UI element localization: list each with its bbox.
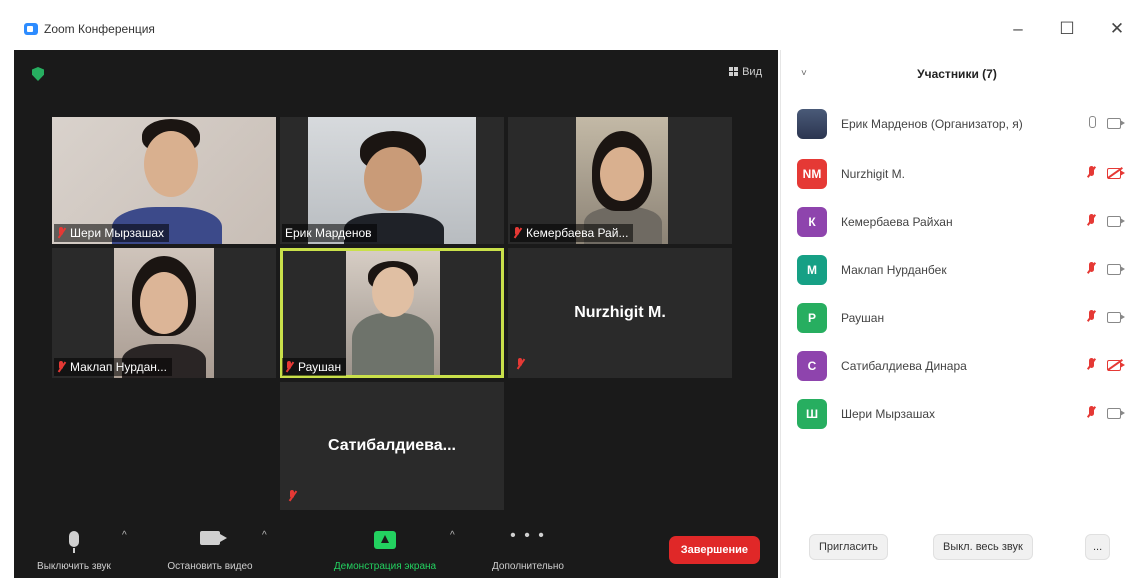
muted-mic-icon [285,361,293,373]
participant-row[interactable]: Ерик Марденов (Организатор, я) [797,109,1125,139]
video-tile[interactable]: Шери Мырзашах [52,117,276,244]
mute-all-button[interactable]: Выкл. весь звук [933,534,1033,560]
minimize-button[interactable]: – [1003,19,1033,39]
camera-on-icon[interactable] [1107,408,1125,419]
participant-name: Маклап Нурдан... [70,360,167,374]
participant-name: Кемербаева Райхан [841,215,953,229]
window-titlebar: Zoom Конференция – ☐ ✕ [0,0,1132,44]
avatar: Р [797,303,827,333]
mic-muted-icon[interactable] [1087,262,1095,276]
video-tile[interactable]: Кемербаева Рай... [508,117,732,244]
maximize-button[interactable]: ☐ [1052,19,1082,39]
stop-video-button[interactable]: Остановить видео [146,531,274,572]
mute-button[interactable]: Выключить звук [24,531,124,572]
share-screen-icon [374,531,396,549]
share-screen-button[interactable]: Демонстрация экрана [310,531,460,572]
end-meeting-button[interactable]: Завершение [668,536,760,564]
video-tile[interactable]: Nurzhigit M. [508,248,732,378]
participant-video [346,251,440,375]
participant-row[interactable]: С Сатибалдиева Динара [797,351,1125,381]
avatar: NM [797,159,827,189]
participant-row[interactable]: К Кемербаева Райхан [797,207,1125,237]
mic-muted-icon[interactable] [1087,166,1095,180]
video-tile[interactable]: Ерик Марденов [280,117,504,244]
camera-off-icon[interactable] [1107,360,1125,371]
participant-name: Шери Мырзашах [841,407,936,421]
view-button[interactable]: Вид [729,66,762,78]
participant-name: Шери Мырзашах [70,226,165,240]
mic-muted-icon[interactable] [1087,310,1095,324]
avatar [797,109,827,139]
meeting-toolbar: Выключить звук ^ Остановить видео ^ Демо… [14,518,778,578]
participant-row[interactable]: NM Nurzhigit M. [797,159,1125,189]
participant-nameplate: Раушан [282,358,347,376]
participant-row[interactable]: Ш Шери Мырзашах [797,399,1125,429]
participant-name: Раушан [841,311,885,325]
participant-name: Раушан [298,360,342,374]
video-options-caret[interactable]: ^ [262,530,267,541]
avatar: М [797,255,827,285]
avatar: Ш [797,399,827,429]
share-screen-label: Демонстрация экрана [333,561,437,572]
participant-row[interactable]: М Маклап Нурданбек [797,255,1125,285]
video-camera-icon [200,531,227,545]
meeting-area: Вид Шери Мырзашах Ерик Марденов Кемербае… [14,50,778,578]
participant-nameplate: Маклап Нурдан... [54,358,172,376]
muted-mic-icon [516,358,524,370]
share-options-caret[interactable]: ^ [450,530,455,541]
participant-name: Маклап Нурданбек [841,263,947,277]
participant-name: Сатибалдиева Динара [841,359,967,373]
mic-on-icon[interactable] [1087,116,1096,130]
muted-mic-icon [57,227,65,239]
participant-nameplate: Ерик Марденов [282,224,377,242]
participant-name: Кемербаева Рай... [526,226,629,240]
muted-mic-icon [288,490,296,502]
video-tile-active[interactable]: Раушан [280,248,504,378]
mute-label: Выключить звук [37,561,111,572]
participant-name: Ерик Марденов [285,226,372,240]
participant-nameplate: Шери Мырзашах [54,224,170,242]
video-tile[interactable]: Маклап Нурдан... [52,248,276,378]
participant-name: Nurzhigit M. [841,167,906,181]
camera-off-icon[interactable] [1107,168,1125,179]
stop-video-label: Остановить видео [167,561,253,572]
participants-panel: ˅ Участники (7) Ерик Марденов (Организат… [780,50,1132,578]
participant-row[interactable]: Р Раушан [797,303,1125,333]
camera-on-icon[interactable] [1107,216,1125,227]
audio-options-caret[interactable]: ^ [122,530,127,541]
zoom-app-icon [24,23,38,35]
video-tile[interactable]: Сатибалдиева... [280,382,504,510]
participant-name: Ерик Марденов (Организатор, я) [841,117,1023,131]
mic-muted-icon[interactable] [1087,214,1095,228]
microphone-icon [69,531,79,553]
security-shield-icon[interactable] [32,67,44,81]
camera-on-icon[interactable] [1107,312,1125,323]
participant-nameplate: Кемербаева Рай... [510,224,634,242]
camera-on-icon[interactable] [1107,118,1125,129]
participants-title: Участники (7) [917,67,997,81]
avatar: С [797,351,827,381]
participants-more-button[interactable]: ... [1085,534,1111,560]
invite-button[interactable]: Пригласить [809,534,888,560]
mic-muted-icon[interactable] [1087,406,1095,420]
mic-muted-icon[interactable] [1087,358,1095,372]
grid-view-icon [729,67,739,76]
camera-on-icon[interactable] [1107,264,1125,275]
avatar: К [797,207,827,237]
muted-mic-icon [513,227,521,239]
more-button[interactable]: • • • Дополнительно [470,527,586,573]
more-label: Дополнительно [492,561,564,572]
participant-name: Сатибалдиева... [327,437,456,454]
close-button[interactable]: ✕ [1102,19,1132,39]
muted-mic-icon [57,361,65,373]
view-label: Вид [742,66,762,78]
participant-name: Nurzhigit M. [574,304,666,321]
more-dots-icon: • • • [510,527,546,544]
window-title: Zoom Конференция [44,22,155,36]
